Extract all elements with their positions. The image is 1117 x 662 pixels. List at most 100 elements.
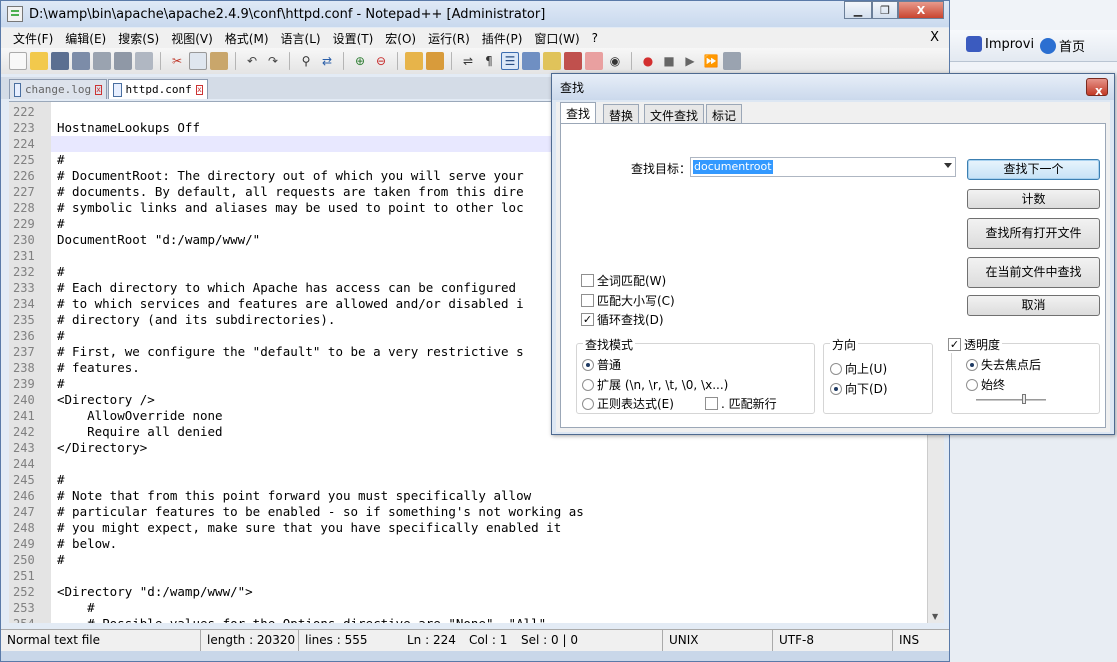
favorite-home[interactable]: 首页 (1040, 36, 1085, 55)
mode-extended-radio[interactable]: 扩展 (\n, \r, \t, \0, \x...) (582, 376, 728, 393)
favorite-improvi[interactable]: Improvi (966, 36, 1034, 52)
menu-format[interactable]: 格式(M) (219, 30, 275, 47)
code-line[interactable]: # (51, 552, 927, 568)
transparency-on-lose-focus-radio[interactable]: 失去焦点后 (966, 356, 1041, 373)
radio-dot[interactable] (830, 362, 842, 375)
wrap-around-checkbox[interactable]: ✓ 循环查找(D) (581, 311, 664, 328)
radio-dot[interactable] (582, 397, 594, 410)
transparency-always-radio[interactable]: 始终 (966, 376, 1005, 393)
maximize-button[interactable]: ❐ (872, 1, 898, 19)
direction-down-radio[interactable]: 向下(D) (830, 380, 888, 397)
find-dialog-close-button[interactable]: x (1086, 78, 1108, 98)
indent-guide-icon[interactable]: ☰ (501, 52, 519, 70)
close-file-icon[interactable] (93, 52, 111, 70)
scroll-down-icon[interactable]: ▼ (932, 612, 938, 621)
direction-up-radio[interactable]: 向上(U) (830, 360, 887, 377)
doc-map-icon[interactable] (543, 52, 561, 70)
checkbox-box[interactable]: ✓ (948, 338, 961, 351)
checkbox-box[interactable]: ✓ (581, 313, 594, 326)
menu-edit[interactable]: 编辑(E) (59, 30, 112, 47)
tab-replace[interactable]: 替换 (603, 104, 640, 124)
code-line[interactable]: # Possible values for the Options direct… (51, 616, 927, 623)
checkbox-box[interactable] (705, 397, 718, 410)
save-icon[interactable] (51, 52, 69, 70)
redo-icon[interactable]: ↷ (264, 52, 282, 70)
radio-dot[interactable] (582, 378, 594, 391)
record-macro-icon[interactable]: ● (639, 52, 657, 70)
open-file-icon[interactable] (30, 52, 48, 70)
paste-icon[interactable] (210, 52, 228, 70)
menu-file[interactable]: 文件(F) (7, 30, 59, 47)
menu-help[interactable]: ? (586, 31, 604, 45)
tab-find-in-files[interactable]: 文件查找 (644, 104, 705, 124)
mode-regex-radio[interactable]: 正则表达式(E) (582, 395, 674, 412)
menu-view[interactable]: 视图(V) (165, 30, 219, 47)
print-icon[interactable] (135, 52, 153, 70)
run-macro-multiple-icon[interactable]: ⏩ (702, 52, 720, 70)
transparency-slider[interactable] (976, 394, 1046, 404)
save-all-icon[interactable] (72, 52, 90, 70)
code-line[interactable]: # below. (51, 536, 927, 552)
find-target-combo[interactable]: documentroot (690, 157, 956, 177)
tab-httpd-conf[interactable]: httpd.conf x (108, 79, 208, 99)
menu-macro[interactable]: 宏(O) (379, 30, 422, 47)
udl-icon[interactable] (522, 52, 540, 70)
radio-dot[interactable] (830, 382, 842, 395)
find-target-value[interactable]: documentroot (693, 160, 773, 174)
code-line[interactable]: # you might expect, make sure that you h… (51, 520, 927, 536)
find-next-button[interactable]: 查找下一个 (967, 159, 1100, 180)
checkbox-box[interactable] (581, 294, 594, 307)
code-line[interactable]: </Directory> (51, 440, 927, 456)
match-case-checkbox[interactable]: 匹配大小写(C) (581, 292, 675, 309)
checkbox-box[interactable] (581, 274, 594, 287)
count-button[interactable]: 计数 (967, 189, 1100, 209)
radio-dot[interactable] (966, 358, 978, 371)
slider-thumb[interactable] (1022, 394, 1026, 404)
replace-icon[interactable]: ⇄ (318, 52, 336, 70)
code-line[interactable]: <Directory "d:/wamp/www/"> (51, 584, 927, 600)
close-button[interactable]: X (898, 1, 944, 19)
whole-word-checkbox[interactable]: 全词匹配(W) (581, 272, 666, 289)
zoom-out-icon[interactable]: ⊖ (372, 52, 390, 70)
cut-icon[interactable]: ✂ (168, 52, 186, 70)
code-line[interactable] (51, 568, 927, 584)
show-all-chars-icon[interactable]: ¶ (480, 52, 498, 70)
minimize-button[interactable]: ▁ (844, 1, 872, 19)
mode-normal-radio[interactable]: 普通 (582, 356, 621, 373)
new-file-icon[interactable] (9, 52, 27, 70)
folder-workspace-icon[interactable] (585, 52, 603, 70)
dot-matches-newline-checkbox[interactable]: . 匹配新行 (705, 395, 777, 412)
code-line[interactable]: # (51, 600, 927, 616)
chevron-down-icon[interactable] (944, 163, 952, 168)
tab-find[interactable]: 查找 (560, 102, 597, 124)
radio-dot[interactable] (582, 358, 594, 371)
sync-vertical-icon[interactable] (405, 52, 423, 70)
find-icon[interactable]: ⚲ (297, 52, 315, 70)
close-all-icon[interactable] (114, 52, 132, 70)
play-macro-icon[interactable]: ▶ (681, 52, 699, 70)
tab-close-icon[interactable]: x (95, 84, 102, 95)
copy-icon[interactable] (189, 52, 207, 70)
menu-settings[interactable]: 设置(T) (327, 30, 380, 47)
monitoring-icon[interactable]: ◉ (606, 52, 624, 70)
document-close-icon[interactable]: X (930, 30, 939, 45)
word-wrap-icon[interactable]: ⇌ (459, 52, 477, 70)
cancel-button[interactable]: 取消 (967, 295, 1100, 316)
menu-plugins[interactable]: 插件(P) (476, 30, 529, 47)
tab-change-log[interactable]: change.log x (9, 79, 107, 99)
zoom-in-icon[interactable]: ⊕ (351, 52, 369, 70)
code-line[interactable] (51, 456, 927, 472)
radio-dot[interactable] (966, 378, 978, 391)
code-line[interactable]: # particular features to be enabled - so… (51, 504, 927, 520)
function-list-icon[interactable] (564, 52, 582, 70)
find-all-open-files-button[interactable]: 查找所有打开文件 (967, 218, 1100, 249)
menu-run[interactable]: 运行(R) (422, 30, 476, 47)
tab-close-icon[interactable]: x (195, 84, 203, 95)
tab-mark[interactable]: 标记 (706, 104, 743, 124)
find-in-current-file-button[interactable]: 在当前文件中查找 (967, 257, 1100, 288)
sync-horizontal-icon[interactable] (426, 52, 444, 70)
menu-window[interactable]: 窗口(W) (528, 30, 585, 47)
code-line[interactable]: # Note that from this point forward you … (51, 488, 927, 504)
code-line[interactable]: # (51, 472, 927, 488)
undo-icon[interactable]: ↶ (243, 52, 261, 70)
